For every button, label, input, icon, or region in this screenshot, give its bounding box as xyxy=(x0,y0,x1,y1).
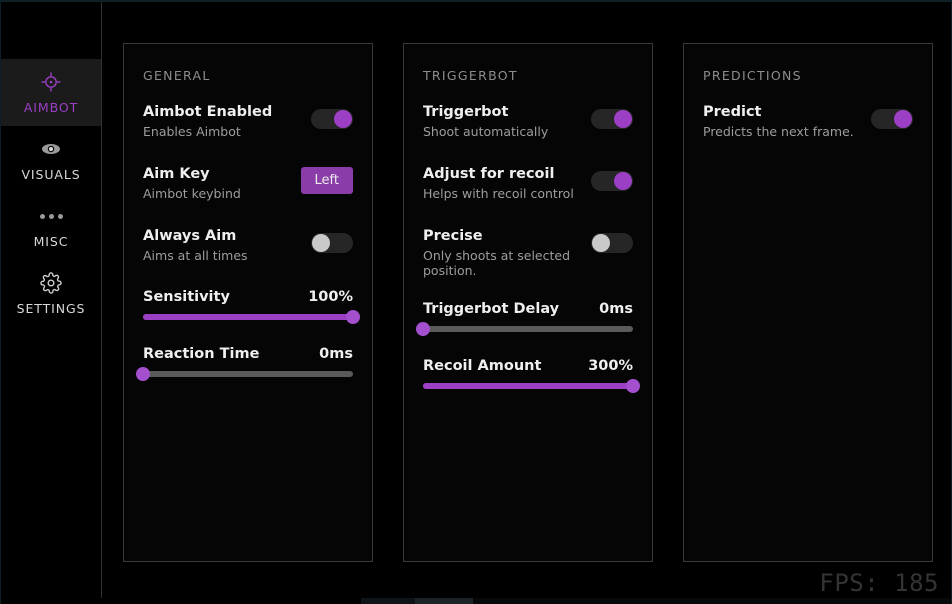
setting-description: Enables Aimbot xyxy=(143,124,241,140)
panel-title: PREDICTIONS xyxy=(703,68,802,83)
crosshair-icon xyxy=(39,70,63,94)
sidebar-item-visuals[interactable]: VISUALS xyxy=(1,126,101,193)
toggle-precise[interactable] xyxy=(591,233,633,253)
slider-label: Triggerbot Delay xyxy=(423,300,560,317)
setting-description: Aimbot keybind xyxy=(143,186,241,202)
sidebar-item-label: SETTINGS xyxy=(16,301,86,316)
slider-header: Recoil Amount 300% xyxy=(423,358,633,374)
setting-text: Adjust for recoil Helps with recoil cont… xyxy=(423,165,574,201)
setting-title: Precise xyxy=(423,228,483,244)
toggle-knob xyxy=(312,234,330,252)
slider-track[interactable] xyxy=(143,310,360,324)
slider-header: Reaction Time 0ms xyxy=(143,346,353,362)
slider-thumb[interactable] xyxy=(626,378,640,393)
setting-description: Shoot automatically xyxy=(423,124,549,140)
fps-counter: FPS: 185 xyxy=(819,569,939,597)
sidebar-item-label: MISC xyxy=(33,234,69,249)
setting-row-precise: Precise Only shoots at selected position… xyxy=(423,227,633,279)
slider-thumb[interactable] xyxy=(416,321,430,336)
setting-text: Triggerbot Shoot automatically xyxy=(423,103,548,139)
slider-value: 100% xyxy=(308,289,353,305)
taskbar-sliver xyxy=(1,598,951,604)
panel-container: GENERAL Aimbot Enabled Enables Aimbot Ai… xyxy=(123,43,933,562)
setting-description: Helps with recoil control xyxy=(423,186,574,202)
toggle-always-aim[interactable] xyxy=(311,233,353,253)
toggle-knob xyxy=(614,172,632,190)
toggle-knob xyxy=(592,234,610,252)
slider-track[interactable] xyxy=(423,378,640,393)
panel-general: GENERAL Aimbot Enabled Enables Aimbot Ai… xyxy=(123,43,373,562)
sidebar: AIMBOT VISUALS MISC SETTINGS xyxy=(1,2,102,604)
setting-title: Aim Key xyxy=(143,166,210,182)
toggle-knob xyxy=(894,110,912,128)
setting-description: Aims at all times xyxy=(143,248,248,264)
dots-icon xyxy=(39,204,63,228)
cheat-menu-window: AIMBOT VISUALS MISC SETTINGS GENERAL Aim… xyxy=(0,0,952,604)
sidebar-item-label: VISUALS xyxy=(21,167,81,182)
setting-text: Precise Only shoots at selected position… xyxy=(423,227,575,279)
setting-title: Adjust for recoil xyxy=(423,166,555,182)
toggle-knob xyxy=(614,110,632,128)
setting-text: Predict Predicts the next frame. xyxy=(703,103,854,139)
slider-label: Reaction Time xyxy=(143,346,260,362)
setting-title: Triggerbot xyxy=(423,104,509,120)
main-content: GENERAL Aimbot Enabled Enables Aimbot Ai… xyxy=(103,2,951,604)
slider-thumb[interactable] xyxy=(136,367,150,381)
setting-title: Predict xyxy=(703,104,762,120)
slider-fill xyxy=(423,382,633,389)
slider-fill xyxy=(143,314,353,320)
slider-value: 300% xyxy=(588,357,633,374)
slider-triggerbot-delay: Triggerbot Delay 0ms xyxy=(416,301,633,336)
panel-triggerbot: TRIGGERBOT Triggerbot Shoot automaticall… xyxy=(403,43,653,562)
slider-value: 0ms xyxy=(319,346,353,362)
slider-track[interactable] xyxy=(416,321,633,336)
slider-label: Sensitivity xyxy=(143,289,230,305)
gear-icon xyxy=(39,271,63,295)
slider-header: Triggerbot Delay 0ms xyxy=(423,301,633,317)
toggle-adjust-for-recoil[interactable] xyxy=(591,171,633,191)
setting-text: Always Aim Aims at all times xyxy=(143,227,248,263)
setting-row-always-aim: Always Aim Aims at all times xyxy=(143,227,353,267)
slider-sensitivity: Sensitivity 100% xyxy=(143,289,360,324)
setting-description: Predicts the next frame. xyxy=(703,124,854,140)
panel-title: GENERAL xyxy=(143,68,211,83)
panel-predictions: PREDICTIONS Predict Predicts the next fr… xyxy=(683,43,933,562)
taskbar-segment xyxy=(361,598,415,604)
panel-title: TRIGGERBOT xyxy=(423,68,518,83)
setting-text: Aim Key Aimbot keybind xyxy=(143,165,241,201)
taskbar-segment xyxy=(415,598,473,604)
setting-text: Aimbot Enabled Enables Aimbot xyxy=(143,103,272,139)
toggle-triggerbot[interactable] xyxy=(591,109,633,129)
sidebar-item-misc[interactable]: MISC xyxy=(1,193,101,260)
sidebar-item-aimbot[interactable]: AIMBOT xyxy=(1,59,101,126)
setting-row-aimbot-enabled: Aimbot Enabled Enables Aimbot xyxy=(143,103,353,143)
slider-value: 0ms xyxy=(599,300,633,317)
eye-icon xyxy=(39,137,63,161)
setting-title: Aimbot Enabled xyxy=(143,104,273,120)
setting-row-adjust-for-recoil: Adjust for recoil Helps with recoil cont… xyxy=(423,165,633,205)
setting-title: Always Aim xyxy=(143,228,237,244)
taskbar-segment xyxy=(473,598,951,604)
slider-recoil-amount: Recoil Amount 300% xyxy=(423,358,640,393)
sidebar-item-label: AIMBOT xyxy=(23,100,79,115)
keybind-button-aim-key[interactable]: Left xyxy=(300,167,353,194)
setting-row-aim-key: Aim Key Aimbot keybind Left xyxy=(143,165,353,205)
slider-header: Sensitivity 100% xyxy=(143,289,353,305)
sidebar-item-settings[interactable]: SETTINGS xyxy=(1,260,101,327)
setting-row-triggerbot: Triggerbot Shoot automatically xyxy=(423,103,633,143)
slider-thumb[interactable] xyxy=(346,310,360,324)
slider-track[interactable] xyxy=(136,367,353,381)
toggle-aimbot-enabled[interactable] xyxy=(311,109,353,129)
slider-label: Recoil Amount xyxy=(423,357,542,374)
toggle-predict[interactable] xyxy=(871,109,913,129)
setting-description: Only shoots at selected position. xyxy=(423,248,571,279)
toggle-knob xyxy=(334,110,352,128)
slider-reaction-time: Reaction Time 0ms xyxy=(136,346,353,381)
setting-row-predict: Predict Predicts the next frame. xyxy=(703,103,913,143)
